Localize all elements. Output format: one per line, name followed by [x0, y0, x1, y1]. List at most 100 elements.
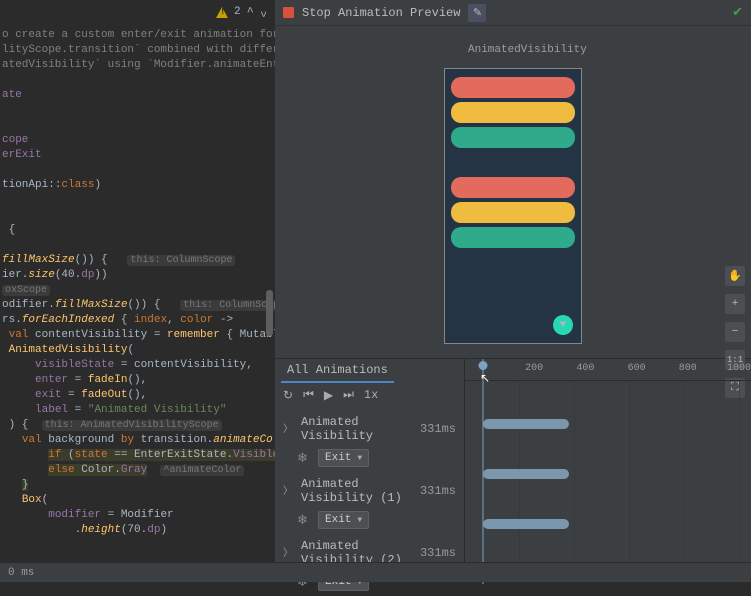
playback-controls: ↻ ⏮ ▶ ⏭ 1x: [275, 383, 464, 407]
tick-label: 1000: [727, 363, 751, 374]
inspector-timeline: 02004006008001000↖ 0 ms: [465, 359, 751, 582]
zoom-out-button[interactable]: −: [725, 322, 745, 342]
play-button[interactable]: ▶: [324, 388, 333, 403]
go-start-button[interactable]: ⏮: [303, 388, 314, 402]
animation-name: Animated Visibility (1): [301, 477, 404, 505]
state-value: Exit: [325, 514, 351, 526]
track-bar[interactable]: [483, 519, 569, 529]
timeline-ruler[interactable]: 02004006008001000↖: [465, 359, 751, 381]
track-row: [465, 519, 751, 533]
code-line[interactable]: [0, 238, 275, 253]
code-line[interactable]: ate: [0, 88, 275, 103]
preview-header: Stop Animation Preview ✎ ✔: [275, 0, 751, 26]
code-line[interactable]: o create a custom enter/exit animation f…: [0, 28, 275, 43]
animation-inspector: All Animations ↻ ⏮ ▶ ⏭ 1x 〉 Animated Vis…: [275, 358, 751, 582]
code-line[interactable]: {: [0, 223, 275, 238]
scrollbar-thumb[interactable]: [266, 290, 273, 336]
status-bar: 0 ms: [0, 562, 751, 582]
code-line[interactable]: label = "Animated Visibility": [0, 403, 275, 418]
animation-entry: 〉 Animated Visibility (1) 331ms ❄ Exit ▼: [275, 469, 464, 531]
track-row: [465, 419, 751, 433]
code-line[interactable]: exit = fadeOut(),: [0, 388, 275, 403]
fab-heart[interactable]: ♥: [553, 315, 573, 335]
preview-canvas[interactable]: AnimatedVisibility ♥ ✋ + − 1:1 ⛶: [275, 26, 751, 358]
animation-duration: 331ms: [420, 484, 456, 498]
code-line[interactable]: tionApi::class): [0, 178, 275, 193]
restart-button[interactable]: ↻: [283, 388, 293, 403]
code-block[interactable]: o create a custom enter/exit animation f…: [0, 24, 275, 542]
code-line[interactable]: erExit: [0, 148, 275, 163]
code-editor[interactable]: 2 ^ ^ o create a custom enter/exit anima…: [0, 0, 275, 582]
animation-row[interactable]: 〉 Animated Visibility (1) 331ms: [283, 477, 456, 505]
code-line[interactable]: [0, 73, 275, 88]
code-line[interactable]: [0, 208, 275, 223]
code-line[interactable]: lityScope.transition` combined with diff…: [0, 43, 275, 58]
tick-label: 800: [679, 363, 697, 374]
expand-icon[interactable]: ^: [260, 5, 267, 19]
speed-label[interactable]: 1x: [364, 388, 378, 402]
tick-label: 600: [628, 363, 646, 374]
code-line[interactable]: if (state == EnterExitState.Visible) col…: [0, 448, 275, 463]
code-line[interactable]: val contentVisibility = remember { Mutab…: [0, 328, 275, 343]
timeline-body[interactable]: [465, 381, 751, 582]
code-line[interactable]: ) { this: AnimatedVisibilityScope: [0, 418, 275, 433]
zoom-in-button[interactable]: +: [725, 294, 745, 314]
preview-bar: [451, 77, 575, 98]
code-line[interactable]: [0, 163, 275, 178]
code-line[interactable]: odifier.fillMaxSize()) { this: ColumnSco…: [0, 298, 275, 313]
code-line[interactable]: enter = fadeIn(),: [0, 373, 275, 388]
current-time: 0 ms: [8, 567, 34, 579]
code-line[interactable]: else Color.Gray ^animateColor: [0, 463, 275, 478]
inspector-left-pane: All Animations ↻ ⏮ ▶ ⏭ 1x 〉 Animated Vis…: [275, 359, 465, 582]
code-line[interactable]: ier.size(40.dp)): [0, 268, 275, 283]
state-combo[interactable]: Exit ▼: [318, 511, 369, 529]
code-line[interactable]: AnimatedVisibility(: [0, 343, 275, 358]
animation-name: Animated Visibility: [301, 415, 404, 443]
freeze-icon[interactable]: ❄: [297, 451, 312, 466]
pan-tool[interactable]: ✋: [725, 266, 745, 286]
preview-bar: [451, 177, 575, 198]
tab-all-animations[interactable]: All Animations: [281, 359, 394, 383]
code-line[interactable]: }: [0, 478, 275, 493]
preview-bar: [451, 252, 575, 273]
check-icon: ✔: [732, 5, 743, 20]
chevron-down-icon: ▼: [357, 516, 362, 525]
code-line[interactable]: visibleState = contentVisibility,: [0, 358, 275, 373]
chevron-down-icon: ▼: [357, 454, 362, 463]
code-line[interactable]: .height(70.dp): [0, 523, 275, 538]
code-line[interactable]: cope: [0, 133, 275, 148]
freeze-icon[interactable]: ❄: [297, 513, 312, 528]
preview-bar: [451, 152, 575, 173]
preview-bar: [451, 227, 575, 248]
state-value: Exit: [325, 452, 351, 464]
code-line[interactable]: [0, 118, 275, 133]
code-line[interactable]: Box(: [0, 493, 275, 508]
code-line[interactable]: modifier = Modifier: [0, 508, 275, 523]
code-line[interactable]: fillMaxSize()) { this: ColumnScope: [0, 253, 275, 268]
code-line[interactable]: atedVisibility` using `Modifier.animateE…: [0, 58, 275, 73]
code-line[interactable]: rs.forEachIndexed { index, color ->: [0, 313, 275, 328]
chevron-right-icon: 〉: [283, 420, 293, 436]
code-line[interactable]: [0, 193, 275, 208]
right-panel: Stop Animation Preview ✎ ✔ AnimatedVisib…: [275, 0, 751, 582]
device-label: AnimatedVisibility: [468, 44, 587, 56]
go-end-button[interactable]: ⏭: [343, 388, 354, 402]
edit-icon[interactable]: ✎: [468, 4, 486, 22]
collapse-icon[interactable]: ^: [247, 5, 254, 19]
animation-entry: 〉 Animated Visibility 331ms ❄ Exit ▼: [275, 407, 464, 469]
tick-label: 200: [525, 363, 543, 374]
chevron-right-icon: 〉: [283, 482, 293, 498]
code-line[interactable]: oxScope: [0, 283, 275, 298]
track-bar[interactable]: [483, 419, 569, 429]
stop-icon[interactable]: [283, 7, 294, 18]
preview-bar: [451, 202, 575, 223]
code-line[interactable]: [0, 103, 275, 118]
code-line[interactable]: val background by transition.animateColo…: [0, 433, 275, 448]
tick-label: 400: [576, 363, 594, 374]
preview-title: Stop Animation Preview: [302, 6, 460, 20]
track-bar[interactable]: [483, 469, 569, 479]
preview-bar: [451, 102, 575, 123]
animation-row[interactable]: 〉 Animated Visibility 331ms: [283, 415, 456, 443]
state-combo[interactable]: Exit ▼: [318, 449, 369, 467]
warning-icon[interactable]: [216, 6, 228, 18]
